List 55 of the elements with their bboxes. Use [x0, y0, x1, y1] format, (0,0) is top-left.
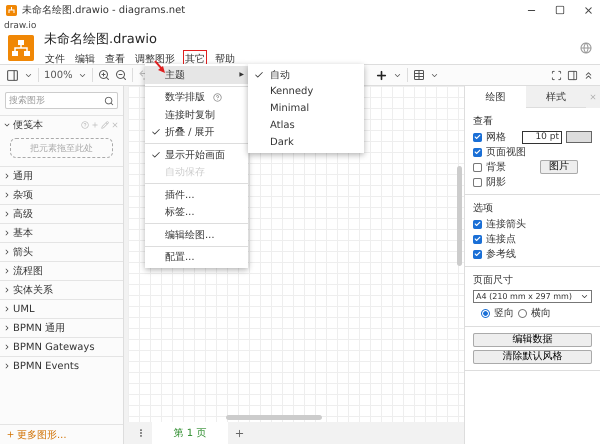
menu-item[interactable]: 其它	[184, 50, 206, 66]
menu-item[interactable]: 数学排版	[145, 88, 248, 106]
menu-item[interactable]: 查看	[104, 50, 126, 66]
panel-tab[interactable]: 样式	[526, 86, 586, 108]
menu-item[interactable]: 标签...	[145, 204, 248, 221]
menu-item[interactable]: 编辑绘图...	[145, 226, 248, 244]
option-label: 连接箭头	[486, 218, 526, 231]
option-label: 背景	[486, 160, 506, 174]
sidebar-section[interactable]: BPMN 通用	[13, 321, 66, 335]
option-label: 页面视图	[486, 146, 526, 159]
sidebar-section[interactable]: 流程图	[13, 264, 43, 278]
page-tab[interactable]: 第 1 页	[152, 422, 228, 444]
panel-button[interactable]: 编辑数据	[473, 333, 592, 347]
menu-item[interactable]: 连接时复制	[145, 106, 248, 124]
menu-item[interactable]: 折叠 / 展开	[145, 124, 248, 141]
menu-item[interactable]: Dark	[248, 134, 364, 151]
menu-item[interactable]: Atlas	[248, 117, 364, 134]
sidebar-section[interactable]: 箭头	[13, 245, 33, 259]
menu-item[interactable]: 编辑	[74, 50, 96, 66]
menu-item[interactable]: 帮助	[214, 50, 236, 66]
paper-size-select[interactable]: A4 (210 mm x 297 mm)	[473, 290, 592, 303]
sidebar-section[interactable]: 通用	[13, 169, 33, 183]
menu-item[interactable]: 配置...	[145, 248, 248, 266]
app-label: draw.io	[4, 21, 36, 31]
sidebar-section[interactable]: BPMN Events	[13, 360, 80, 372]
menu-item[interactable]: 自动	[248, 66, 364, 83]
menu-item[interactable]: 插件...	[145, 186, 248, 204]
section-title: 查看	[473, 114, 494, 128]
option-label: 连接点	[486, 232, 516, 246]
menu-item[interactable]: 显示开始画面	[145, 146, 248, 164]
document-title: 未命名绘图.drawio	[44, 30, 158, 48]
window-title: 未命名绘图.drawio - diagrams.net	[22, 4, 186, 17]
sidebar-section[interactable]: 杂项	[13, 188, 33, 202]
grid-size-field[interactable]: 10 pt	[522, 130, 562, 144]
sidebar-section[interactable]: 高级	[13, 207, 33, 221]
section-title: 页面尺寸	[473, 274, 514, 287]
drop-zone: 把元素拖至此处	[10, 138, 113, 158]
option-label: 阴影	[486, 176, 506, 189]
menu-item[interactable]: Minimal	[248, 100, 364, 117]
sidebar-section[interactable]: UML	[13, 304, 35, 314]
menu-item[interactable]: Kennedy	[248, 83, 364, 100]
option-label: 横向	[531, 306, 551, 320]
menu-item[interactable]: 调整图形	[134, 50, 176, 66]
option-label: 竖向	[494, 307, 514, 320]
sidebar-section[interactable]: 基本	[13, 226, 33, 240]
image-button[interactable]: 图片	[540, 160, 578, 174]
sidebar-section[interactable]: 实体关系	[13, 283, 53, 297]
section-title: 选项	[473, 202, 494, 215]
sidebar-section[interactable]: BPMN Gateways	[13, 342, 95, 352]
section-title[interactable]: 便笺本	[13, 118, 43, 132]
option-label: 网格	[486, 130, 506, 144]
option-label: 参考线	[486, 248, 516, 261]
panel-button[interactable]: 清除默认风格	[473, 350, 592, 364]
zoom-level[interactable]: 100%	[44, 70, 73, 80]
menu-item[interactable]: 文件	[44, 50, 66, 66]
